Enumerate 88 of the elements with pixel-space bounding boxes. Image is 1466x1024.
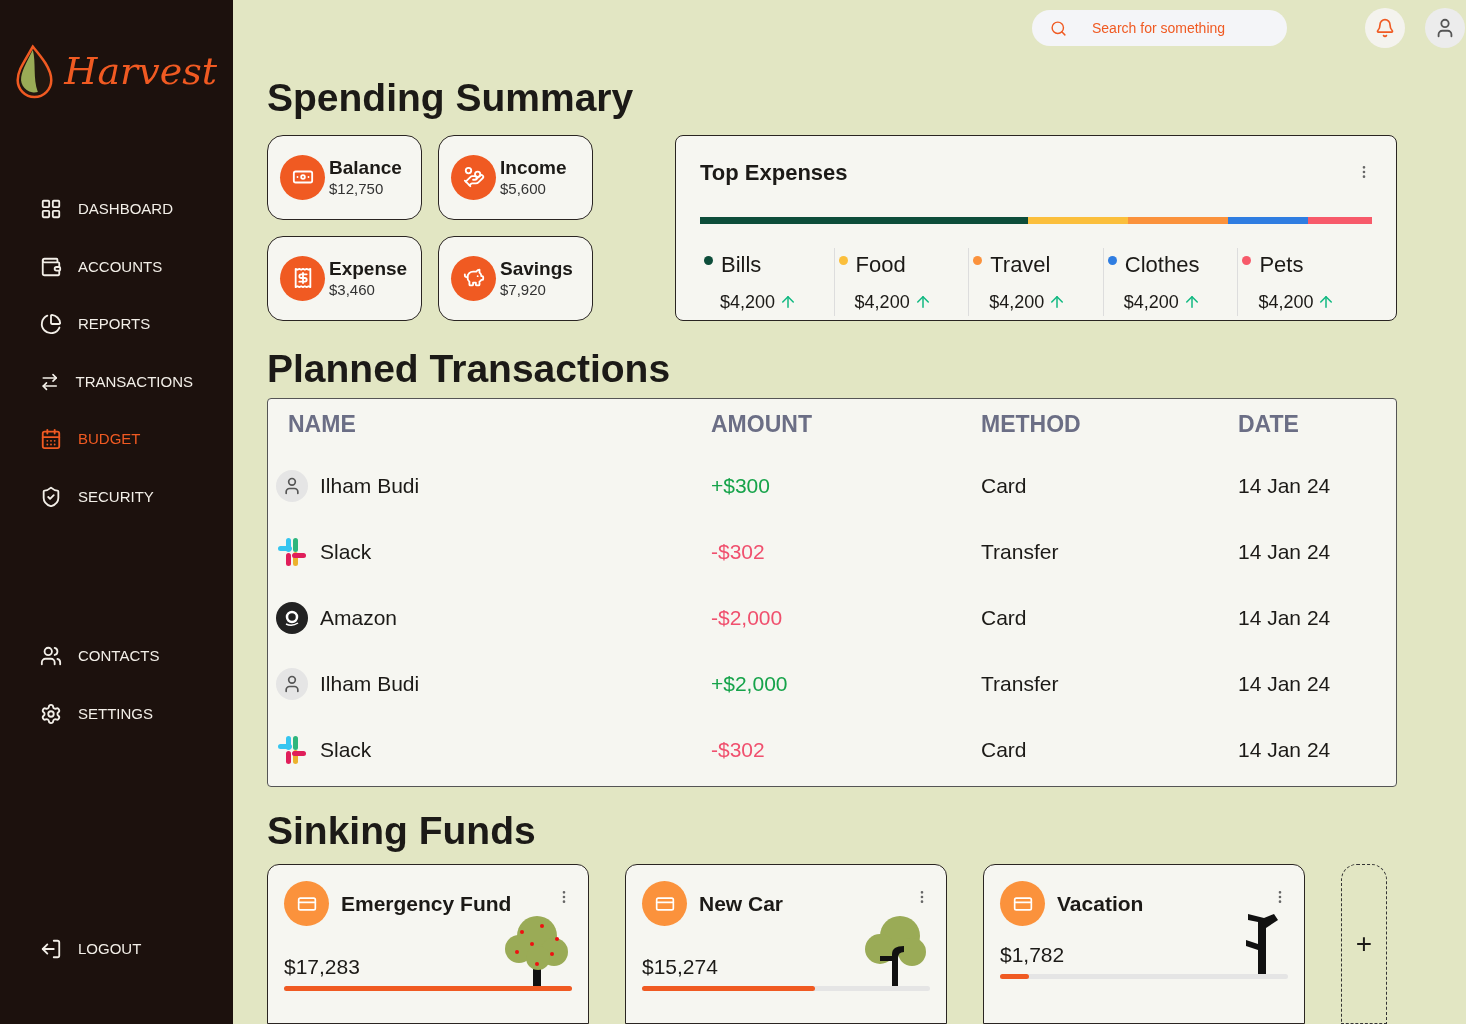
expense-name: Food (855, 250, 906, 279)
profile-avatar[interactable] (1425, 8, 1465, 48)
method-cell-text: Card (980, 605, 1028, 632)
method-cell-text: Card (980, 737, 1028, 764)
method-cell-text: Transfer (980, 539, 1060, 566)
section-title: Sinking Funds (267, 808, 537, 855)
summary-label: Balance (329, 156, 402, 180)
nav-item[interactable]: TRANSACTIONS (0, 354, 233, 409)
payee-name: Ilham Budi (320, 671, 420, 698)
summary-label: Income (500, 156, 567, 180)
piggy-bank-icon (451, 255, 496, 301)
hash-logo-icon (276, 536, 308, 568)
payee-name: Slack (320, 539, 372, 566)
card-title: Top Expenses (700, 158, 848, 187)
card-icon (1000, 881, 1045, 926)
payee-name: Slack (320, 737, 372, 764)
grid-icon (40, 198, 62, 221)
expense-amount: $4,200 (720, 290, 776, 314)
avatar-icon (276, 470, 308, 502)
expense-amount: $4,200 (854, 290, 910, 314)
search-icon (1050, 20, 1067, 37)
pie-chart-icon (40, 313, 62, 336)
amount-cell-text: -$302 (710, 539, 766, 566)
method-cell-text: Card (980, 473, 1028, 500)
calendar-icon (40, 428, 62, 451)
money-icon (280, 154, 325, 200)
method-cell-text: Transfer (980, 671, 1060, 698)
users-icon (40, 645, 62, 668)
summary-value: $5,600 (500, 179, 547, 199)
brand-name: Harvest (64, 47, 217, 95)
summary-label: Expense (329, 257, 408, 281)
search-field[interactable]: Search for something (1032, 10, 1287, 46)
date-cell-text: 14 Jan 24 (1237, 539, 1332, 566)
nav-item[interactable]: DASHBOARD (0, 182, 233, 237)
card-icon (284, 881, 329, 926)
column-header: AMOUNT (711, 409, 813, 439)
amount-cell-text: +$2,000 (710, 671, 789, 698)
add-fund-button[interactable]: + (1341, 864, 1387, 1024)
bell-icon (1375, 18, 1395, 38)
fund-amount: $17,283 (284, 953, 360, 980)
shield-icon (40, 485, 62, 508)
nav-item[interactable]: SECURITY (0, 469, 233, 524)
expense-amount: $4,200 (1258, 290, 1314, 314)
expense-name: Travel (990, 250, 1051, 279)
wallet-icon (40, 255, 62, 278)
avatar-icon (276, 668, 308, 700)
payee-name: Amazon (320, 605, 398, 632)
expense-name: Clothes (1124, 250, 1200, 279)
nav-item[interactable]: BUDGET (0, 412, 233, 467)
amount-cell-text: -$2,000 (710, 605, 784, 632)
date-cell-text: 14 Jan 24 (1237, 671, 1332, 698)
fund-amount: $15,274 (642, 953, 718, 980)
hash-logo-icon (276, 734, 308, 766)
amount-cell-text: +$300 (710, 473, 771, 500)
fund-amount: $1,782 (1000, 941, 1065, 968)
column-header: DATE (1238, 409, 1300, 439)
amount-cell-text: -$302 (710, 737, 766, 764)
nav-item[interactable]: CONTACTS (0, 629, 233, 684)
section-title: Spending Summary (267, 75, 635, 121)
letter-logo-icon (276, 602, 308, 634)
expense-amount: $4,200 (989, 290, 1045, 314)
summary-value: $12,750 (329, 179, 385, 199)
expense-name: Bills (721, 250, 762, 279)
payee-name: Ilham Budi (320, 473, 420, 500)
fund-name: Emergency Fund (341, 890, 512, 917)
expense-amount: $4,200 (1123, 290, 1179, 314)
logout-icon (40, 937, 62, 960)
nav-item[interactable]: ACCOUNTS (0, 239, 233, 294)
summary-value: $3,460 (329, 280, 376, 300)
nav-item[interactable]: REPORTS (0, 297, 233, 352)
date-cell-text: 14 Jan 24 (1237, 605, 1332, 632)
section-title: Planned Transactions (267, 345, 672, 392)
card-icon (642, 881, 687, 926)
nav-item[interactable]: SETTINGS (0, 686, 233, 741)
notification-button[interactable] (1365, 8, 1405, 48)
fund-name: Vacation (1057, 890, 1144, 917)
date-cell-text: 14 Jan 24 (1237, 737, 1332, 764)
logout-link[interactable]: LOGOUT (0, 937, 233, 960)
column-header: METHOD (981, 409, 1082, 439)
column-header: NAME (288, 409, 357, 439)
settings-icon (40, 702, 62, 725)
date-cell-text: 14 Jan 24 (1237, 473, 1332, 500)
expense-name: Pets (1259, 250, 1304, 279)
summary-label: Savings (500, 257, 573, 281)
fund-name: New Car (699, 890, 784, 917)
hand-coin-icon (451, 154, 496, 200)
receipt-icon (280, 255, 325, 301)
summary-value: $7,920 (500, 280, 547, 300)
